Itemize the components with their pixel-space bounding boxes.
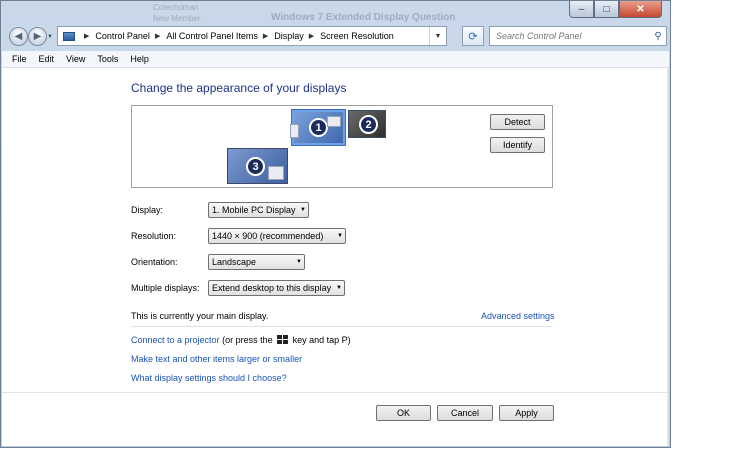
background-ghost-text: New Member [153, 14, 201, 23]
resolution-select[interactable]: 1440 × 900 (recommended) ▼ [208, 228, 346, 244]
close-button[interactable]: ✕ [619, 1, 662, 18]
menu-tools[interactable]: Tools [91, 54, 124, 64]
dropdown-arrow-icon: ▼ [296, 259, 302, 265]
identify-button[interactable]: Identify [490, 137, 545, 153]
dropdown-arrow-icon: ▼ [336, 285, 342, 291]
monitor-number-badge: 3 [246, 157, 265, 176]
address-bar[interactable]: ▶ Control Panel ▶ All Control Panel Item… [57, 26, 447, 46]
apply-button[interactable]: Apply [499, 405, 554, 421]
window-thumbnail [327, 116, 341, 127]
menu-edit[interactable]: Edit [33, 54, 61, 64]
footer-divider [2, 392, 668, 393]
forward-button[interactable]: ▶ [28, 27, 47, 46]
connect-projector-link[interactable]: Connect to a projector [131, 335, 220, 345]
orientation-select-value: Landscape [212, 257, 257, 267]
divider [131, 326, 553, 327]
search-icon[interactable]: ⚲ [650, 31, 666, 42]
dropdown-arrow-icon: ▼ [337, 233, 343, 239]
maximize-button[interactable]: □ [594, 1, 619, 18]
refresh-icon: ⟳ [468, 30, 478, 43]
refresh-button[interactable]: ⟳ [462, 26, 484, 46]
background-ghost-text: Cotechoman [153, 3, 199, 12]
cancel-button[interactable]: Cancel [437, 405, 493, 421]
window-thumbnail [290, 124, 299, 138]
resolution-select-value: 1440 × 900 (recommended) [212, 231, 324, 241]
windows-logo-icon [277, 335, 289, 344]
recent-pages-dropdown-icon[interactable]: ▼ [47, 34, 53, 40]
breadcrumb-chevron-icon[interactable]: ▶ [155, 32, 160, 40]
page-title: Change the appearance of your displays [131, 81, 347, 95]
display-settings-help-link[interactable]: What display settings should I choose? [131, 373, 287, 383]
breadcrumb-control-panel[interactable]: Control Panel [95, 31, 150, 41]
screen-resolution-pane: Change the appearance of your displays 1… [2, 68, 669, 446]
text-size-link[interactable]: Make text and other items larger or smal… [131, 354, 302, 364]
display-label: Display: [131, 205, 164, 215]
minimize-button[interactable]: – [569, 1, 594, 18]
monitor-1[interactable]: 1 [290, 109, 346, 146]
ok-button[interactable]: OK [376, 405, 431, 421]
breadcrumb-screen-resolution[interactable]: Screen Resolution [320, 31, 394, 41]
breadcrumb-chevron-icon[interactable]: ▶ [84, 32, 89, 40]
calculator-thumbnail [268, 166, 284, 180]
detect-button[interactable]: Detect [490, 114, 545, 130]
address-history-dropdown-icon[interactable]: ▼ [429, 27, 446, 45]
monitor-number-badge: 1 [309, 118, 328, 137]
breadcrumb-chevron-icon[interactable]: ▶ [263, 32, 268, 40]
projector-hint-post: key and tap P) [292, 335, 351, 345]
monitor-3[interactable]: 3 [227, 148, 288, 184]
menu-view[interactable]: View [60, 54, 91, 64]
multiple-displays-label: Multiple displays: [131, 283, 200, 293]
breadcrumb-display[interactable]: Display [274, 31, 304, 41]
control-panel-icon [63, 31, 75, 41]
monitor-number-badge: 2 [359, 115, 378, 134]
orientation-label: Orientation: [131, 257, 178, 267]
menu-help[interactable]: Help [124, 54, 155, 64]
breadcrumb: ▶ Control Panel ▶ All Control Panel Item… [79, 31, 394, 41]
menu-bar: File Edit View Tools Help [2, 51, 669, 68]
main-display-note: This is currently your main display. [131, 311, 269, 321]
search-box[interactable]: ⚲ [489, 26, 667, 46]
breadcrumb-all-items[interactable]: All Control Panel Items [166, 31, 258, 41]
scrollbar[interactable] [667, 68, 669, 446]
background-ghost-title: Windows 7 Extended Display Question [271, 12, 456, 23]
projector-row: Connect to a projector (or press the key… [131, 335, 351, 345]
monitor-arrangement-panel: 1 2 3 Detect Identify [131, 105, 553, 188]
forward-arrow-icon: ▶ [33, 31, 42, 42]
orientation-select[interactable]: Landscape ▼ [208, 254, 305, 270]
display-select[interactable]: 1. Mobile PC Display ▼ [208, 202, 309, 218]
back-arrow-icon: ◀ [14, 31, 23, 42]
projector-hint-pre: (or press the [222, 335, 273, 345]
multiple-displays-select[interactable]: Extend desktop to this display ▼ [208, 280, 345, 296]
control-panel-window: Cotechoman New Member Windows 7 Extended… [0, 0, 671, 448]
multiple-displays-select-value: Extend desktop to this display [212, 283, 332, 293]
dropdown-arrow-icon: ▼ [300, 207, 306, 213]
menu-file[interactable]: File [2, 54, 33, 64]
monitor-2[interactable]: 2 [348, 110, 386, 138]
search-input[interactable] [490, 30, 650, 42]
breadcrumb-chevron-icon[interactable]: ▶ [309, 32, 314, 40]
display-select-value: 1. Mobile PC Display [212, 205, 296, 215]
resolution-label: Resolution: [131, 231, 177, 241]
advanced-settings-link[interactable]: Advanced settings [481, 311, 555, 321]
caption-buttons: – □ ✕ [569, 1, 662, 18]
navigation-bar: ◀ ▶ ▼ ▶ Control Panel ▶ All Control Pane… [7, 26, 667, 48]
back-button[interactable]: ◀ [9, 27, 28, 46]
